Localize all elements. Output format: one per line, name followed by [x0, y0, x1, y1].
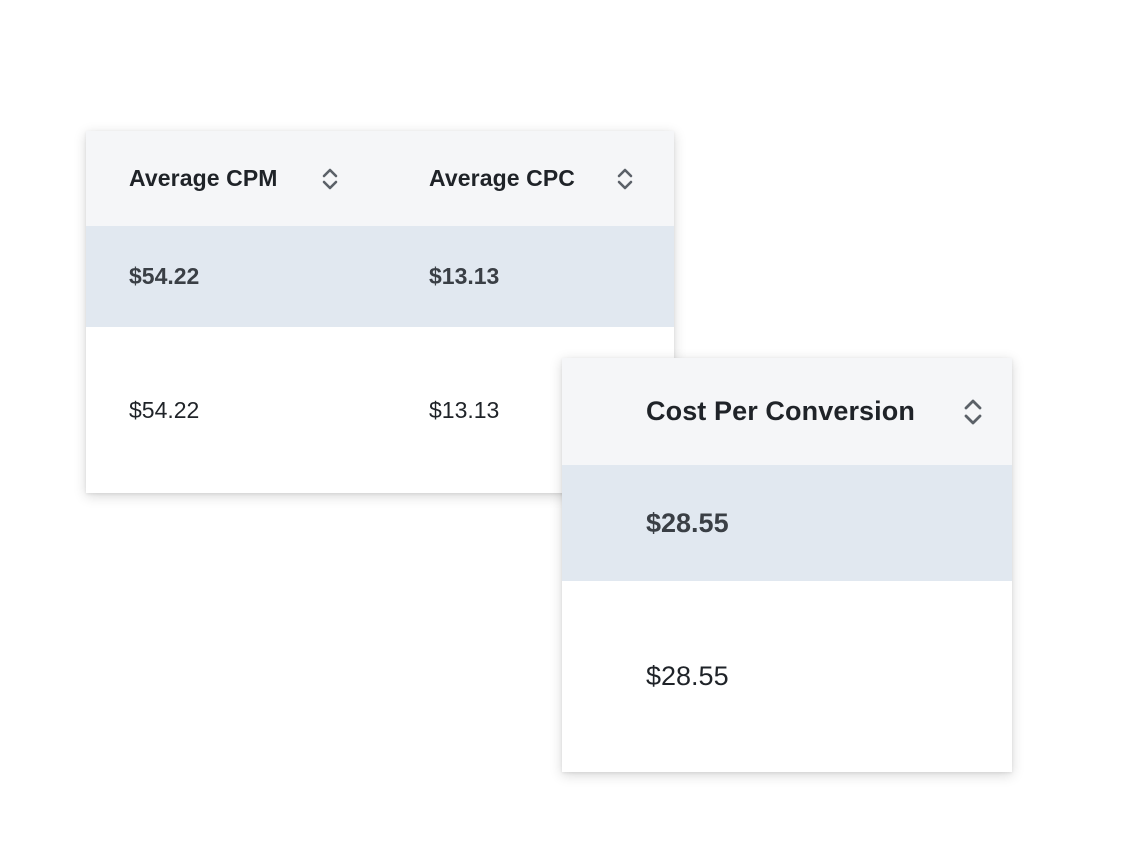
column-header-cost-per-conversion[interactable]: Cost Per Conversion	[646, 358, 915, 465]
table-cell: $54.22	[129, 226, 199, 327]
table-header-row: Average CPM Average CPC	[86, 131, 674, 226]
sort-chevrons-icon	[617, 168, 633, 189]
column-header-average-cpm[interactable]: Average CPM	[129, 131, 278, 226]
cell-value: $13.13	[429, 263, 500, 289]
canvas: Average CPM Average CPC $54.22 $13.13 $5…	[0, 0, 1124, 860]
table-row[interactable]: $28.55	[562, 581, 1012, 772]
table-row[interactable]: $28.55	[562, 465, 1012, 581]
cell-value: $54.22	[129, 263, 200, 289]
column-header-label: Average CPM	[129, 165, 278, 191]
column-header-label: Cost Per Conversion	[646, 396, 915, 426]
table-cell: $13.13	[429, 226, 499, 327]
cell-value: $28.55	[646, 507, 729, 538]
column-header-average-cpc[interactable]: Average CPC	[429, 131, 575, 226]
table-cell: $54.22	[129, 327, 199, 493]
column-header-label: Average CPC	[429, 165, 575, 191]
sort-chevrons-icon	[322, 168, 338, 189]
table-cell: $28.55	[646, 581, 729, 772]
sort-icon[interactable]	[960, 397, 986, 427]
table-cell: $13.13	[429, 327, 499, 493]
sort-icon[interactable]	[317, 164, 343, 194]
cell-value: $13.13	[429, 396, 500, 423]
table-header-row: Cost Per Conversion	[562, 358, 1012, 465]
table-cell: $28.55	[646, 465, 729, 581]
table-row[interactable]: $54.22 $13.13	[86, 226, 674, 327]
cell-value: $28.55	[646, 661, 729, 691]
metrics-table-cost-per-conversion: Cost Per Conversion $28.55 $28.55	[562, 358, 1012, 772]
sort-icon[interactable]	[612, 164, 638, 194]
sort-chevrons-icon	[964, 399, 982, 424]
cell-value: $54.22	[129, 396, 200, 423]
